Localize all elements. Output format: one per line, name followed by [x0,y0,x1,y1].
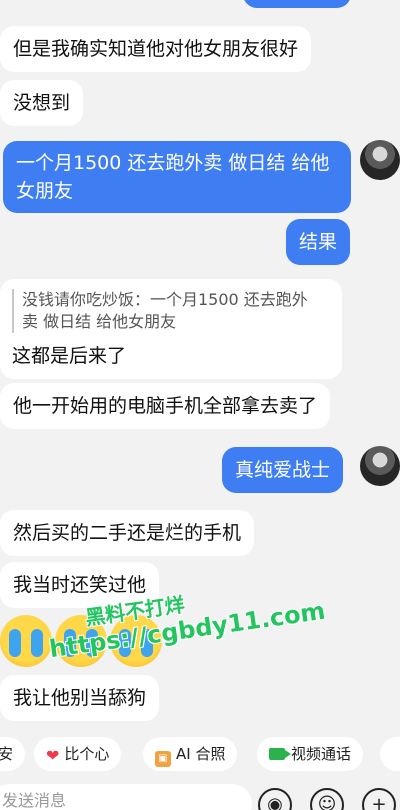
quoted-text-line: 没钱请你吃炒饭：一个月1500 还去跑外 [22,290,308,309]
message-text-line: 女朋友 [16,180,74,202]
message-bubble-incoming[interactable]: 他一开始用的电脑手机全部拿去卖了 [0,383,331,429]
message-bubble-outgoing[interactable]: 结果 [286,219,351,265]
avatar[interactable] [360,140,400,180]
message-text: 结果 [299,231,338,253]
chip-label: AI 合照 [176,745,226,763]
quick-action-chip[interactable] [380,737,400,771]
message-text: 我当时还笑过他 [13,574,147,596]
input-placeholder: 发送消息 [2,791,67,810]
crying-face-icon [0,615,52,667]
message-text: 他一开始用的电脑手机全部拿去卖了 [13,395,318,417]
message-text-line: 一个月1500 还去跑外卖 做日结 给他 [16,152,330,174]
chip-label: 视频通话 [291,745,352,763]
heart-chip[interactable]: ❤ 比个心 [34,737,122,771]
message-input[interactable]: 发送消息 [0,784,252,810]
ai-photo-chip[interactable]: ▣ AI 合照 [143,737,238,771]
video-camera-icon [269,748,291,760]
message-bubble-outgoing[interactable]: 真纯爱战士 [222,447,344,493]
message-bubble-outgoing[interactable]: 一个月1500 还去跑外卖 做日结 给他 女朋友 [3,141,351,213]
video-call-chip[interactable]: 视频通话 [257,737,364,771]
message-text: 这都是后来了 [12,345,127,367]
heart-icon: ❤ [46,746,60,765]
avatar[interactable] [360,446,400,486]
message-text: 真纯爱战士 [235,459,331,481]
quoted-message[interactable]: 没钱请你吃炒饭：一个月1500 还去跑外 卖 做日结 给他女朋友 [12,289,332,333]
message-text: 没想到 [13,92,71,114]
message-bubble-incoming[interactable]: 没想到 [0,80,84,126]
message-text: 然后买的二手还是烂的手机 [13,522,242,544]
voice-icon[interactable]: ◉ [258,788,292,810]
chat-area: 但是我确实知道他对他女朋友很好 没想到 一个月1500 还去跑外卖 做日结 给他… [0,0,400,740]
input-bar: 发送消息 ◉ ☺ + [0,780,400,810]
chip-label: 安 [0,745,14,763]
chip-label: 比个心 [64,745,110,763]
message-bubble-outgoing-partial[interactable] [243,0,351,8]
message-bubble-incoming[interactable]: 但是我确实知道他对他女朋友很好 [0,26,312,72]
message-bubble-incoming[interactable]: 然后买的二手还是烂的手机 [0,510,255,556]
quick-action-bar: 安 ❤ 比个心 ▣ AI 合照 视频通话 [0,735,400,775]
emoji-icon[interactable]: ☺ [310,788,344,810]
quoted-text-line: 卖 做日结 给他女朋友 [22,312,177,331]
message-text: 但是我确实知道他对他女朋友很好 [13,38,299,60]
quick-action-chip[interactable]: 安 [0,737,26,771]
message-text: 我让他别当舔狗 [13,687,147,709]
plus-icon[interactable]: + [362,788,396,810]
message-bubble-incoming[interactable]: 我让他别当舔狗 [0,675,160,721]
quoted-reply-bubble[interactable]: 没钱请你吃炒饭：一个月1500 还去跑外 卖 做日结 给他女朋友 这都是后来了 [0,279,342,379]
ai-photo-icon: ▣ [155,751,171,767]
